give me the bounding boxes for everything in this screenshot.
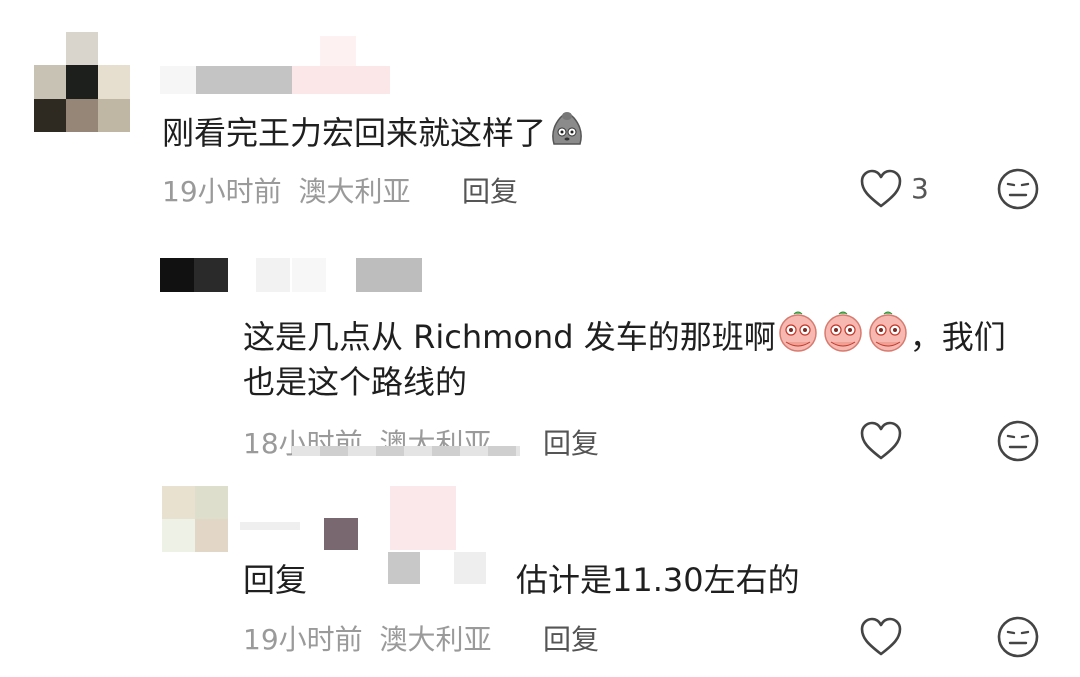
teary-peach-emoji: [776, 308, 910, 363]
mention-redacted[interactable]: [388, 552, 488, 584]
reply-button[interactable]: 回复: [543, 422, 599, 462]
comment-text: 刚看完王力宏回来就这样了: [162, 108, 588, 159]
meh-face-icon: [997, 616, 1039, 658]
comment-meta: 19小时前 澳大利亚: [243, 618, 492, 658]
dislike-button[interactable]: [996, 615, 1040, 663]
reply-button[interactable]: 回复: [543, 618, 599, 658]
like-button[interactable]: [858, 168, 904, 214]
comment-text-line2: 也是这个路线的: [243, 363, 468, 401]
heart-icon: [860, 421, 902, 460]
dislike-button[interactable]: [996, 419, 1040, 467]
heart-icon: [860, 617, 902, 656]
reply-button[interactable]: 回复: [462, 170, 518, 210]
like-button[interactable]: [858, 420, 904, 466]
location: 澳大利亚: [298, 175, 411, 208]
username-redacted[interactable]: [160, 258, 422, 292]
reply-prefix: 回复: [243, 561, 308, 599]
username-redacted[interactable]: [240, 486, 460, 550]
dislike-button[interactable]: [996, 167, 1040, 215]
avatar[interactable]: [162, 486, 228, 552]
location: 澳大利亚: [379, 623, 492, 656]
comment-text: 估计是11.30左右的: [516, 561, 800, 599]
like-button[interactable]: [858, 616, 904, 662]
timestamp: 19小时前: [243, 623, 363, 656]
meh-face-icon: [997, 420, 1039, 462]
comment-text: 这是几点从 Richmond 发车的那班啊 ，我们: [243, 308, 1006, 363]
heart-icon: [860, 169, 902, 208]
avatar[interactable]: [34, 32, 130, 132]
like-count: 3: [911, 172, 929, 205]
sweat-blob-emoji: [546, 108, 588, 159]
meh-face-icon: [997, 168, 1039, 210]
username-redacted[interactable]: [160, 36, 390, 94]
redaction-bar: [292, 446, 520, 456]
timestamp: 19小时前: [162, 175, 282, 208]
comment-meta: 18小时前 澳大利亚: [243, 422, 492, 462]
comment-meta: 19小时前 澳大利亚: [162, 170, 411, 210]
